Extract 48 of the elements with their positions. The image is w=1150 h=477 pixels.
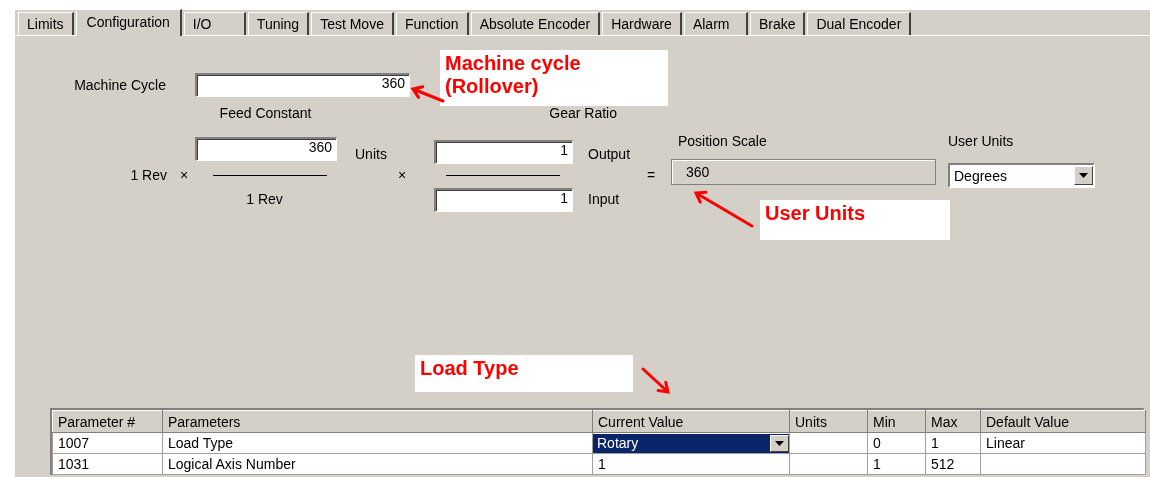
- feed-constant-field[interactable]: 360: [195, 137, 337, 161]
- position-scale-field: 360: [671, 159, 936, 185]
- annotation-arrow: [410, 85, 445, 103]
- column-header[interactable]: Units: [789, 410, 868, 433]
- tab[interactable]: Absolute Encoder: [470, 12, 601, 35]
- column-header[interactable]: Parameters: [162, 410, 593, 433]
- table-cell: 1031: [52, 453, 163, 475]
- value-dropdown[interactable]: Rotary: [593, 433, 789, 453]
- field-label: Position Scale: [677, 133, 768, 149]
- tab[interactable]: Brake: [749, 12, 806, 35]
- field-label: Output: [587, 146, 632, 162]
- annotation-arrow: [641, 367, 670, 394]
- column-header[interactable]: Current Value: [592, 410, 790, 433]
- column-header[interactable]: Parameter #: [52, 410, 163, 433]
- table-cell: 1007: [52, 432, 163, 454]
- annotation-note: Machine cycle (Rollover): [440, 50, 668, 106]
- annotation-note: User Units: [760, 200, 950, 240]
- tab[interactable]: I/O: [183, 12, 246, 35]
- tab[interactable]: Configuration: [75, 9, 182, 36]
- column-header[interactable]: Max: [925, 410, 981, 433]
- unit-label: 1 Rev: [130, 167, 168, 183]
- tab[interactable]: Tuning: [247, 12, 310, 35]
- user-units-dropdown[interactable]: Degrees: [948, 163, 1095, 188]
- tab[interactable]: Alarm: [683, 12, 748, 35]
- table-cell: Logical Axis Number: [162, 453, 593, 475]
- operator: ×: [180, 167, 189, 183]
- column-header[interactable]: Min: [867, 410, 926, 433]
- annotation-arrow: [693, 190, 754, 228]
- field-label: User Units: [947, 133, 1015, 149]
- field-label: Machine Cycle: [74, 77, 167, 93]
- tab[interactable]: Dual Encoder: [807, 12, 912, 35]
- units-label: Units: [354, 146, 388, 162]
- table-cell: Load Type: [162, 432, 593, 454]
- operator: =: [646, 167, 657, 183]
- field-label: Input: [587, 191, 621, 207]
- annotation-note: Load Type: [415, 355, 633, 392]
- gear-output-field[interactable]: 1: [434, 140, 573, 164]
- unit-label: 1 Rev: [246, 191, 283, 207]
- tab[interactable]: Hardware: [602, 12, 682, 35]
- column-header[interactable]: Default Value: [980, 410, 1146, 433]
- operator: ×: [397, 167, 408, 183]
- tab[interactable]: Function: [395, 12, 469, 35]
- field-label: Gear Ratio: [549, 104, 618, 121]
- gear-input-field[interactable]: 1: [434, 188, 573, 212]
- machine-cycle-field[interactable]: 360: [195, 73, 410, 97]
- tab[interactable]: Test Move: [311, 12, 394, 35]
- tab[interactable]: Limits: [18, 12, 74, 35]
- field-label: Feed Constant: [219, 104, 312, 121]
